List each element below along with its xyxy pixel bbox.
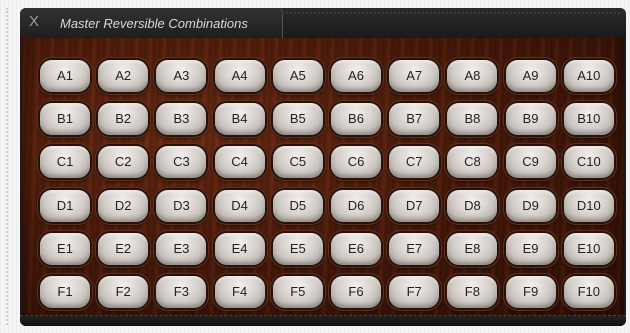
combination-button-c10[interactable]: C10 <box>563 146 614 179</box>
combination-button-b3[interactable]: B3 <box>156 103 207 136</box>
combination-button-d6[interactable]: D6 <box>331 189 381 222</box>
combination-button-d9[interactable]: D9 <box>505 189 556 222</box>
combination-button-f1[interactable]: F1 <box>40 276 90 308</box>
combination-button-f7[interactable]: F7 <box>389 276 440 308</box>
combination-button-b8[interactable]: B8 <box>447 103 498 136</box>
combination-button-c2[interactable]: C2 <box>98 146 149 179</box>
combination-button-d1[interactable]: D1 <box>40 189 90 222</box>
combination-row: F1 F2 F3 F4 F5 F6 F7 F8 F9 F10 <box>40 276 626 312</box>
combination-button-e4[interactable]: E4 <box>214 232 265 265</box>
title-tab: X Master Reversible Combinations <box>20 8 283 38</box>
combination-button-f6[interactable]: F6 <box>331 276 381 308</box>
combination-button-e10[interactable]: E10 <box>563 232 614 265</box>
combination-button-d10[interactable]: D10 <box>563 189 614 222</box>
combination-button-e5[interactable]: E5 <box>272 232 323 265</box>
combination-row: D1 D2 D3 D4 D5 D6 D7 D8 D9 D10 <box>40 189 626 226</box>
combination-button-c3[interactable]: C3 <box>156 146 207 179</box>
combination-button-f8[interactable]: F8 <box>447 276 498 308</box>
combination-button-e8[interactable]: E8 <box>447 232 498 265</box>
combinations-panel: X Master Reversible Combinations A1 A2 A3 A… <box>20 8 626 326</box>
combination-button-c4[interactable]: C4 <box>214 146 265 179</box>
combination-button-c6[interactable]: C6 <box>331 146 381 179</box>
combination-row: C1 C2 C3 C4 C5 C6 C7 C8 C9 C10 <box>40 146 626 182</box>
combination-button-a5[interactable]: A5 <box>272 60 323 92</box>
combination-button-b1[interactable]: B1 <box>40 103 90 136</box>
combination-button-f9[interactable]: F9 <box>505 276 556 308</box>
combination-button-f5[interactable]: F5 <box>272 276 323 308</box>
combination-button-e9[interactable]: E9 <box>505 232 556 265</box>
combination-button-a4[interactable]: A4 <box>214 60 265 92</box>
combination-button-c9[interactable]: C9 <box>505 146 556 179</box>
combination-button-a7[interactable]: A7 <box>389 60 440 92</box>
combination-button-c1[interactable]: C1 <box>40 146 90 179</box>
combination-row: B1 B2 B3 B4 B5 B6 B7 B8 B9 B10 <box>40 103 626 139</box>
combination-button-a3[interactable]: A3 <box>156 60 207 92</box>
combination-button-c8[interactable]: C8 <box>447 146 498 179</box>
combination-button-a8[interactable]: A8 <box>447 60 498 92</box>
combination-button-e1[interactable]: E1 <box>40 232 90 265</box>
window-frame: X Master Reversible Combinations A1 A2 A3 A… <box>0 0 630 333</box>
combination-button-b9[interactable]: B9 <box>505 103 556 136</box>
combination-button-d5[interactable]: D5 <box>272 189 323 222</box>
combination-button-f3[interactable]: F3 <box>156 276 207 308</box>
combination-button-e7[interactable]: E7 <box>389 232 440 265</box>
combination-button-e3[interactable]: E3 <box>156 232 207 265</box>
combination-button-b5[interactable]: B5 <box>272 103 323 136</box>
combination-button-e6[interactable]: E6 <box>331 232 381 265</box>
combination-button-a9[interactable]: A9 <box>505 60 556 92</box>
combination-button-a1[interactable]: A1 <box>40 60 90 92</box>
window-title: Master Reversible Combinations <box>60 16 248 31</box>
combination-button-c5[interactable]: C5 <box>272 146 323 179</box>
combination-button-b4[interactable]: B4 <box>214 103 265 136</box>
combination-button-b7[interactable]: B7 <box>389 103 440 136</box>
close-icon[interactable]: X <box>26 14 42 30</box>
combination-button-d3[interactable]: D3 <box>156 189 207 222</box>
combination-row: E1 E2 E3 E4 E5 E6 E7 E8 E9 E10 <box>40 232 626 269</box>
combination-button-d8[interactable]: D8 <box>447 189 498 222</box>
stitch-border <box>6 8 14 325</box>
combination-button-b6[interactable]: B6 <box>331 103 381 136</box>
combination-button-a10[interactable]: A10 <box>563 60 614 92</box>
combination-button-d2[interactable]: D2 <box>98 189 149 222</box>
combination-row: A1 A2 A3 A4 A5 A6 A7 A8 A9 A10 <box>40 60 626 96</box>
combination-button-f10[interactable]: F10 <box>563 276 614 308</box>
title-bar: X Master Reversible Combinations <box>20 8 626 38</box>
combination-button-f2[interactable]: F2 <box>98 276 149 308</box>
combination-button-b2[interactable]: B2 <box>98 103 149 136</box>
combination-button-c7[interactable]: C7 <box>389 146 440 179</box>
stitch-border-top <box>282 12 620 14</box>
combination-button-d4[interactable]: D4 <box>214 189 265 222</box>
combination-button-b10[interactable]: B10 <box>563 103 614 136</box>
combination-button-f4[interactable]: F4 <box>214 276 265 308</box>
combination-button-e2[interactable]: E2 <box>98 232 149 265</box>
combination-button-d7[interactable]: D7 <box>389 189 440 222</box>
combination-button-a6[interactable]: A6 <box>331 60 381 92</box>
combination-button-a2[interactable]: A2 <box>98 60 149 92</box>
